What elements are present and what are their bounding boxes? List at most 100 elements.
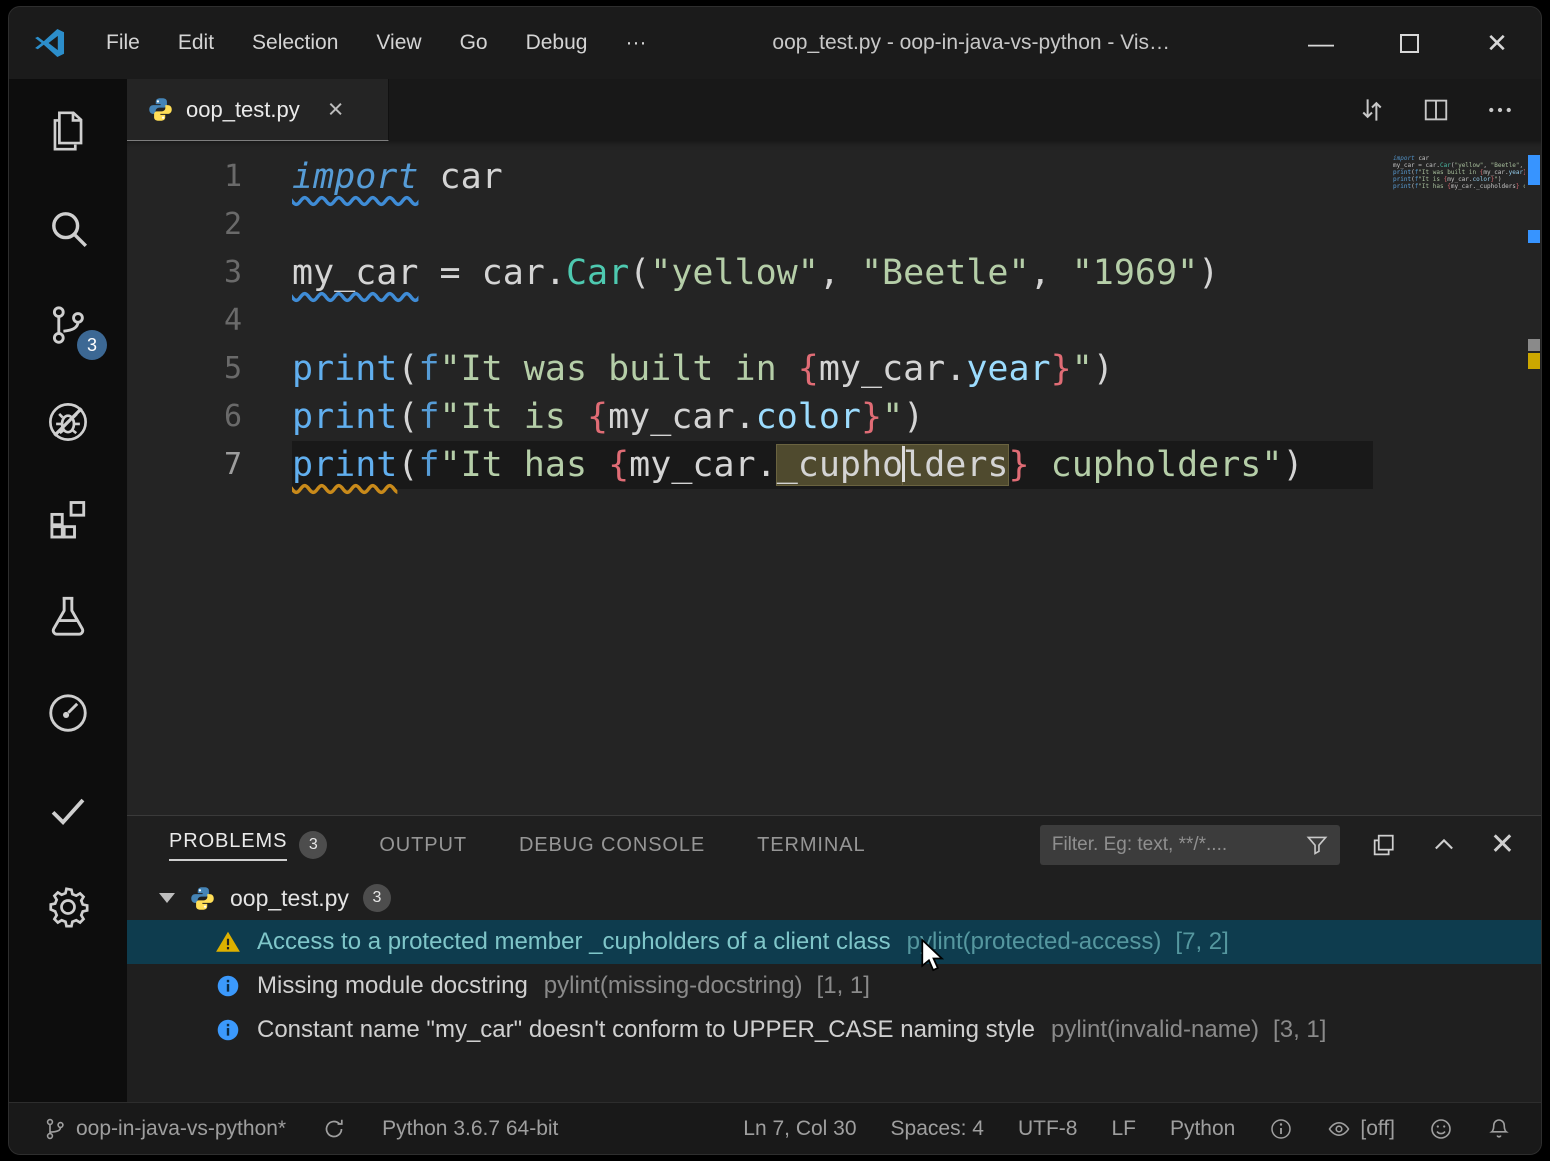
code-token: import [292, 157, 418, 197]
maximize-panel-icon[interactable] [1370, 831, 1398, 859]
problem-source: pylint(invalid-name) [1051, 1016, 1259, 1044]
line-number[interactable]: 5 [127, 345, 292, 393]
status-feedback[interactable] [1429, 1117, 1453, 1141]
minimize-button[interactable]: — [1277, 7, 1365, 79]
code-row: 3my_car = car.Car("yellow", "Beetle", "1… [127, 249, 1541, 297]
menu-item-edit[interactable]: Edit [159, 23, 233, 63]
activity-source-control[interactable]: 3 [9, 279, 127, 376]
line-number[interactable]: 3 [127, 249, 292, 297]
debug-disabled-icon [45, 399, 91, 450]
code-line-text[interactable]: print(f"It has {my_car._cupholders} cuph… [292, 441, 1373, 489]
code-token: car [482, 253, 545, 293]
line-number[interactable]: 2 [127, 201, 292, 249]
activity-explorer[interactable] [9, 85, 127, 182]
open-changes-icon[interactable] [1357, 95, 1387, 125]
status-eol[interactable]: LF [1111, 1117, 1136, 1141]
status-notifications[interactable] [1487, 1117, 1511, 1141]
activity-search[interactable] [9, 182, 127, 279]
problem-row[interactable]: Constant name "my_car" doesn't conform t… [127, 1008, 1541, 1052]
line-number[interactable]: 6 [127, 393, 292, 441]
panel-tab-debug-console[interactable]: DEBUG CONSOLE [519, 834, 705, 857]
line-number[interactable]: 4 [127, 297, 292, 345]
code-row: 6print(f"It is {my_car.color}") [127, 393, 1541, 441]
problem-row[interactable]: Missing module docstringpylint(missing-d… [127, 964, 1541, 1008]
tab-close-icon[interactable]: × [328, 96, 344, 123]
code-token: "It has [440, 445, 609, 485]
panel-chevron-up-icon[interactable] [1430, 831, 1458, 859]
code-line-text[interactable]: print(f"It was built in {my_car.year}") [292, 345, 1373, 393]
panel-tab-terminal[interactable]: TERMINAL [757, 834, 865, 857]
status-sync[interactable] [322, 1117, 346, 1141]
panel-actions: ✕ [1370, 830, 1515, 860]
bottom-panel: PROBLEMS3 OUTPUT DEBUG CONSOLE TERMINAL ✕ [127, 815, 1541, 1102]
filter-icon[interactable] [1304, 832, 1330, 863]
menu-item-view[interactable]: View [357, 23, 440, 63]
status-indentation[interactable]: Spaces: 4 [891, 1117, 984, 1141]
titlebar: FileEditSelectionViewGoDebug··· oop_test… [9, 7, 1541, 79]
status-coverage[interactable]: [off] [1327, 1117, 1395, 1141]
code-line-text[interactable] [292, 201, 1373, 249]
menu-item-file[interactable]: File [87, 23, 159, 63]
activity-test-explorer[interactable] [9, 570, 127, 667]
activity-debug-disabled[interactable] [9, 376, 127, 473]
code-token: } [1051, 349, 1072, 389]
activity-run-gauge[interactable] [9, 667, 127, 764]
minimap-line: print(f"It was built in {my_car.year}") [1393, 169, 1525, 176]
code-token: . [545, 253, 566, 293]
minimap-line: my_car = car.Car("yellow", "Beetle", "19… [1393, 162, 1525, 169]
activity-extensions[interactable] [9, 473, 127, 570]
code-token: ( [397, 349, 418, 389]
code-row: 1import car [127, 153, 1541, 201]
code-token: , [819, 253, 861, 293]
python-file-icon [189, 885, 216, 912]
menu-item-selection[interactable]: Selection [233, 23, 357, 63]
maximize-button[interactable] [1365, 7, 1453, 79]
menu-item-more[interactable]: ··· [606, 23, 665, 63]
code-token: . [735, 397, 756, 437]
status-label: UTF-8 [1018, 1117, 1078, 1141]
status-python-interpreter[interactable]: Python 3.6.7 64-bit [382, 1117, 558, 1141]
panel-tab-output[interactable]: OUTPUT [379, 834, 467, 857]
code-line-text[interactable]: import car [292, 153, 1373, 201]
status-label: Python 3.6.7 64-bit [382, 1117, 558, 1141]
problem-message: Access to a protected member _cupholders… [257, 928, 891, 956]
info-icon [215, 973, 241, 999]
tab-label: oop_test.py [186, 97, 300, 123]
activity-tasks-check[interactable] [9, 764, 127, 861]
split-editor-icon[interactable] [1421, 95, 1451, 125]
python-file-icon [147, 96, 174, 123]
menu-item-go[interactable]: Go [441, 23, 507, 63]
menu-item-debug[interactable]: Debug [507, 23, 607, 63]
panel-close-icon[interactable]: ✕ [1490, 830, 1515, 860]
text-cursor [902, 446, 905, 482]
close-button[interactable]: ✕ [1453, 7, 1541, 79]
activity-settings[interactable] [9, 861, 127, 958]
code-editor[interactable]: 1import car23my_car = car.Car("yellow", … [127, 141, 1541, 815]
status-encoding[interactable]: UTF-8 [1018, 1117, 1078, 1141]
code-token: " [882, 397, 903, 437]
more-actions-icon[interactable] [1485, 95, 1515, 125]
filter-input[interactable] [1040, 825, 1340, 865]
minimap-token: car [1426, 162, 1437, 169]
problem-row[interactable]: Access to a protected member _cupholders… [127, 920, 1541, 964]
code-line-text[interactable]: print(f"It is {my_car.color}") [292, 393, 1373, 441]
twistie-expanded-icon[interactable] [159, 893, 175, 903]
panel-tab-label: DEBUG CONSOLE [519, 834, 705, 857]
minimap[interactable]: import carmy_car = car.Car("yellow", "Be… [1393, 141, 1525, 815]
status-git-branch[interactable]: oop-in-java-vs-python* [43, 1117, 286, 1141]
status-python-info[interactable] [1269, 1117, 1293, 1141]
problems-file-group[interactable]: oop_test.py 3 [127, 876, 1541, 920]
tab-oop-test-py[interactable]: oop_test.py × [127, 79, 389, 141]
code-line-text[interactable]: my_car = car.Car("yellow", "Beetle", "19… [292, 249, 1373, 297]
panel-tab-problems[interactable]: PROBLEMS3 [169, 830, 327, 861]
status-label: LF [1111, 1117, 1136, 1141]
status-cursor-position[interactable]: Ln 7, Col 30 [743, 1117, 856, 1141]
code-line-text[interactable] [292, 297, 1373, 345]
eye-icon [1327, 1117, 1351, 1141]
status-language-mode[interactable]: Python [1170, 1117, 1235, 1141]
problem-position: [7, 2] [1175, 928, 1228, 956]
code-token: year [966, 349, 1050, 389]
status-label: [off] [1360, 1117, 1395, 1141]
line-number[interactable]: 1 [127, 153, 292, 201]
line-number[interactable]: 7 [127, 441, 292, 489]
